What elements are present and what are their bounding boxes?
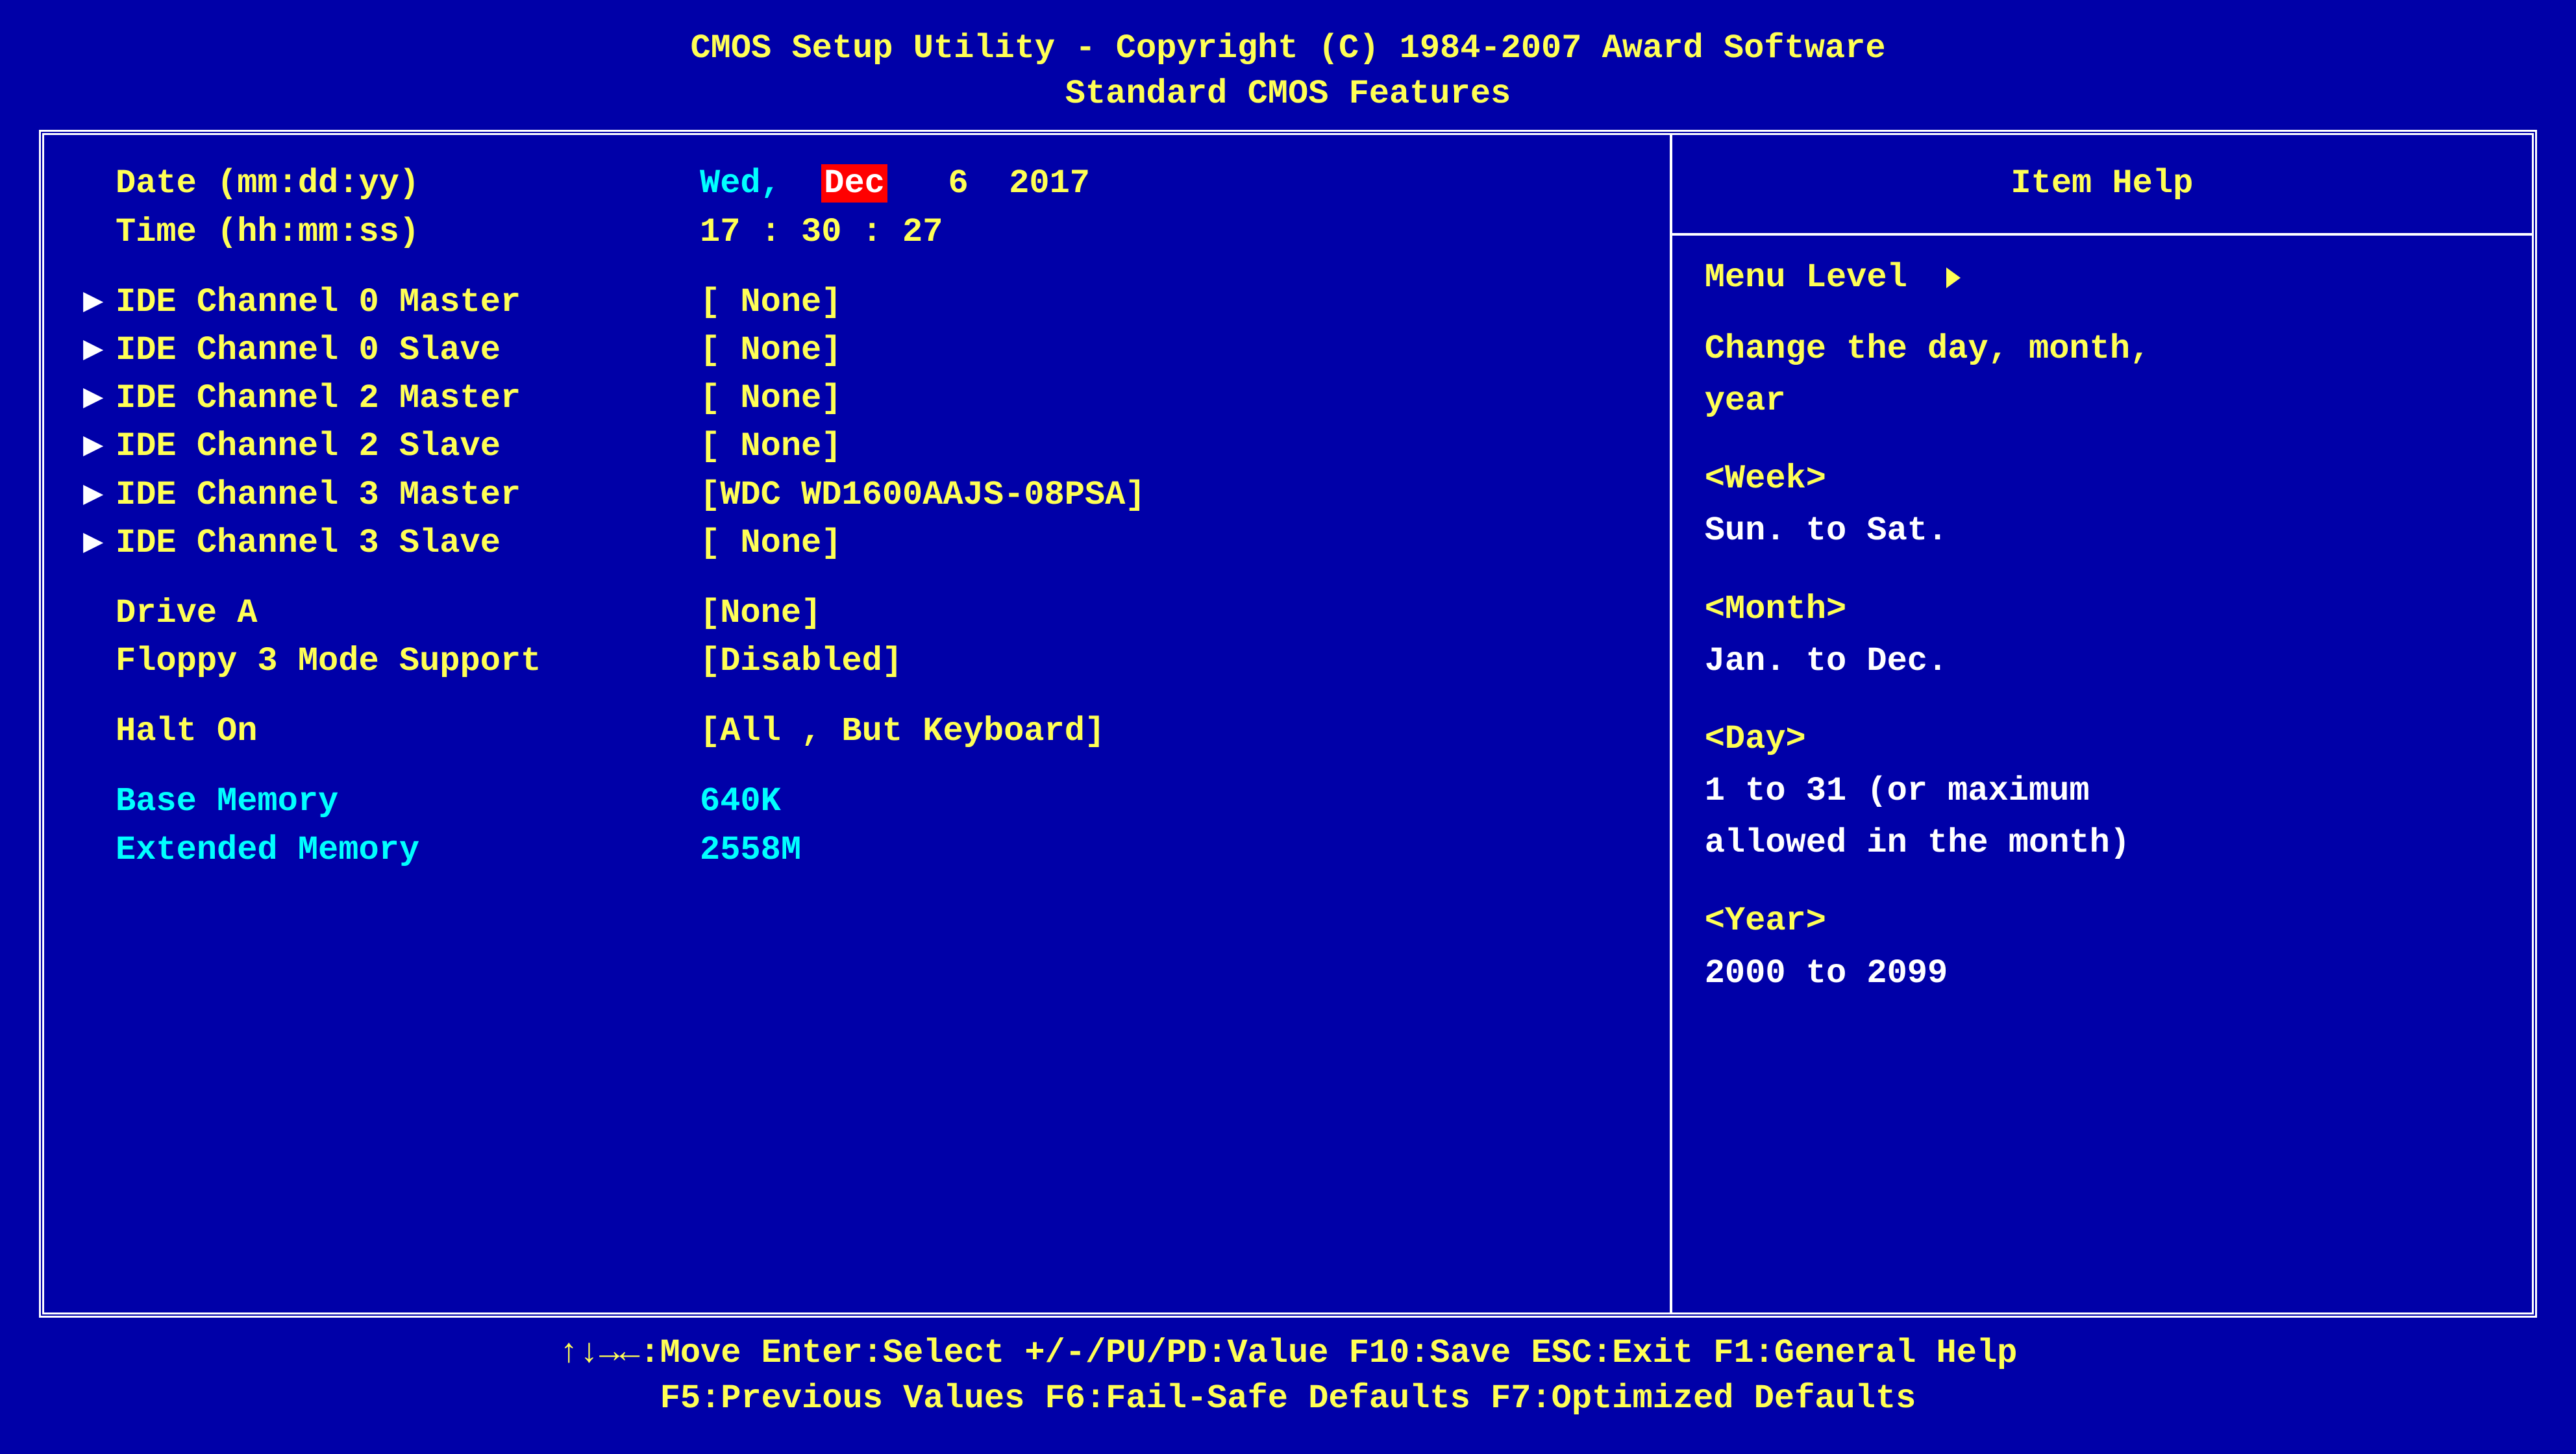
- ide-value: [ None]: [700, 280, 841, 325]
- ext-mem-label: Extended Memory: [116, 828, 700, 873]
- help-year-heading: <Year>: [1705, 898, 2499, 944]
- content-box: Date (mm:dd:yy) Wed, Dec 6 2017 Time (hh…: [39, 130, 2537, 1317]
- help-year-text: 2000 to 2099: [1705, 951, 2499, 996]
- submenu-icon: ▶: [83, 280, 116, 325]
- ide-value: [ None]: [700, 376, 841, 421]
- ide-label: IDE Channel 3 Master: [116, 473, 700, 518]
- help-desc: Change the day, month,: [1705, 327, 2499, 372]
- time-label: Time (hh:mm:ss): [116, 210, 700, 255]
- date-day[interactable]: 6: [928, 164, 968, 203]
- help-day-heading: <Day>: [1705, 717, 2499, 762]
- row-ide-0-slave[interactable]: ▶ IDE Channel 0 Slave [ None]: [83, 328, 1631, 373]
- date-month-selected[interactable]: Dec: [821, 164, 887, 203]
- help-day-text: allowed in the month): [1705, 820, 2499, 866]
- help-week-text: Sun. to Sat.: [1705, 508, 2499, 554]
- ide-label: IDE Channel 3 Slave: [116, 521, 700, 566]
- footer: ↑↓→←:Move Enter:Select +/-/PU/PD:Value F…: [39, 1324, 2537, 1428]
- help-pane: Item Help Menu Level Change the day, mon…: [1670, 135, 2532, 1312]
- halt-label: Halt On: [116, 709, 700, 754]
- date-year[interactable]: 2017: [1009, 164, 1090, 203]
- ext-mem-value: 2558M: [700, 828, 801, 873]
- row-ide-3-master[interactable]: ▶ IDE Channel 3 Master [WDC WD1600AAJS-0…: [83, 473, 1631, 518]
- submenu-icon: ▶: [83, 473, 116, 518]
- base-mem-label: Base Memory: [116, 779, 700, 824]
- row-floppy-mode[interactable]: Floppy 3 Mode Support [Disabled]: [83, 639, 1631, 684]
- help-month-text: Jan. to Dec.: [1705, 639, 2499, 684]
- header-line1: CMOS Setup Utility - Copyright (C) 1984-…: [39, 26, 2537, 71]
- footer-line1: ↑↓→←:Move Enter:Select +/-/PU/PD:Value F…: [39, 1331, 2537, 1376]
- help-month-heading: <Month>: [1705, 587, 2499, 632]
- row-ide-0-master[interactable]: ▶ IDE Channel 0 Master [ None]: [83, 280, 1631, 325]
- row-ide-3-slave[interactable]: ▶ IDE Channel 3 Slave [ None]: [83, 521, 1631, 566]
- ide-value: [ None]: [700, 328, 841, 373]
- halt-value[interactable]: [All , But Keyboard]: [700, 709, 1105, 754]
- row-extended-memory: Extended Memory 2558M: [83, 828, 1631, 873]
- menu-level: Menu Level: [1705, 255, 2499, 301]
- help-day-text: 1 to 31 (or maximum: [1705, 769, 2499, 814]
- row-date[interactable]: Date (mm:dd:yy) Wed, Dec 6 2017: [83, 161, 1631, 206]
- base-mem-value: 640K: [700, 779, 781, 824]
- help-body: Menu Level Change the day, month, year <…: [1672, 236, 2532, 1016]
- time-value[interactable]: 17 : 30 : 27: [700, 210, 943, 255]
- ide-label: IDE Channel 0 Master: [116, 280, 700, 325]
- ide-label: IDE Channel 0 Slave: [116, 328, 700, 373]
- floppy-label: Floppy 3 Mode Support: [116, 639, 700, 684]
- date-weekday: Wed,: [700, 164, 781, 203]
- date-value[interactable]: Wed, Dec 6 2017: [700, 161, 1090, 206]
- chevron-right-icon: [1946, 267, 1961, 288]
- row-ide-2-master[interactable]: ▶ IDE Channel 2 Master [ None]: [83, 376, 1631, 421]
- date-label: Date (mm:dd:yy): [116, 161, 700, 206]
- ide-value: [WDC WD1600AAJS-08PSA]: [700, 473, 1146, 518]
- help-desc: year: [1705, 378, 2499, 424]
- main-pane: Date (mm:dd:yy) Wed, Dec 6 2017 Time (hh…: [44, 135, 1670, 1312]
- drive-a-value[interactable]: [None]: [700, 591, 821, 636]
- drive-a-label: Drive A: [116, 591, 700, 636]
- ide-value: [ None]: [700, 424, 841, 469]
- row-time[interactable]: Time (hh:mm:ss) 17 : 30 : 27: [83, 210, 1631, 255]
- footer-line2: F5:Previous Values F6:Fail-Safe Defaults…: [39, 1376, 2537, 1422]
- menu-level-label: Menu Level: [1705, 255, 1907, 301]
- floppy-value[interactable]: [Disabled]: [700, 639, 902, 684]
- ide-label: IDE Channel 2 Master: [116, 376, 700, 421]
- help-week-heading: <Week>: [1705, 456, 2499, 502]
- submenu-icon: ▶: [83, 328, 116, 373]
- ide-label: IDE Channel 2 Slave: [116, 424, 700, 469]
- submenu-icon: ▶: [83, 521, 116, 566]
- header: CMOS Setup Utility - Copyright (C) 1984-…: [39, 26, 2537, 117]
- ide-value: [ None]: [700, 521, 841, 566]
- submenu-icon: ▶: [83, 424, 116, 469]
- bios-screen: CMOS Setup Utility - Copyright (C) 1984-…: [0, 0, 2576, 1454]
- header-line2: Standard CMOS Features: [39, 71, 2537, 117]
- row-base-memory: Base Memory 640K: [83, 779, 1631, 824]
- row-halt-on[interactable]: Halt On [All , But Keyboard]: [83, 709, 1631, 754]
- help-title: Item Help: [1672, 135, 2532, 235]
- row-ide-2-slave[interactable]: ▶ IDE Channel 2 Slave [ None]: [83, 424, 1631, 469]
- row-drive-a[interactable]: Drive A [None]: [83, 591, 1631, 636]
- submenu-icon: ▶: [83, 376, 116, 421]
